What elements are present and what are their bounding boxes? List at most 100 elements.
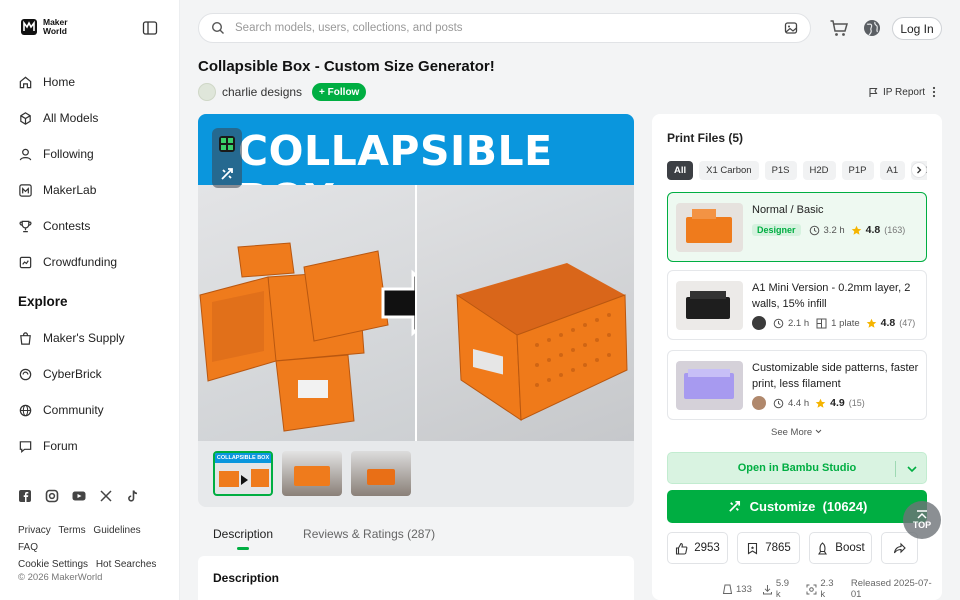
printer-chip-p1p[interactable]: P1P <box>841 161 874 180</box>
printer-chip-a1[interactable]: A1 <box>879 161 906 180</box>
chevron-down-icon[interactable] <box>905 462 919 476</box>
author-name[interactable]: charlie designs <box>222 85 302 99</box>
x-twitter-icon[interactable] <box>99 489 113 503</box>
facebook-icon[interactable] <box>18 489 32 503</box>
youtube-icon[interactable] <box>72 489 86 503</box>
footer-link-terms[interactable]: Terms <box>58 525 85 536</box>
user-icon <box>19 148 32 160</box>
sidebar: Maker World Home All Models Following Ma… <box>0 0 180 600</box>
collect-count: 7865 <box>765 542 791 554</box>
sidebar-item-forum[interactable]: Forum <box>18 428 168 464</box>
image-divider <box>415 185 417 441</box>
generated-count-stat: 2.3 k <box>806 578 841 600</box>
makerworld-logo[interactable]: Maker World <box>20 18 73 36</box>
more-options-icon[interactable] <box>930 86 938 98</box>
image-gallery: COLLAPSIBLE BOX <box>198 114 634 507</box>
printer-icon <box>722 584 733 594</box>
login-button[interactable]: Log In <box>892 17 942 40</box>
open-studio-label: Open in Bambu Studio <box>737 462 857 474</box>
image-search-icon[interactable] <box>784 21 798 35</box>
print-profile-card[interactable]: Normal / Basic Designer 3.2 h 4.8 (163) <box>667 192 927 262</box>
print-profile-card[interactable]: Customizable side patterns, faster print… <box>667 350 927 420</box>
plate-count: 1 plate <box>831 317 860 329</box>
printer-chip-x1-carbon[interactable]: X1 Carbon <box>699 161 759 180</box>
search-input[interactable] <box>235 22 784 34</box>
sidebar-item-contests[interactable]: Contests <box>18 208 168 244</box>
models-icon <box>20 111 31 125</box>
tool-badges <box>212 128 242 188</box>
scroll-to-top-button[interactable]: TOP <box>903 501 941 539</box>
thumbnail-2[interactable] <box>282 451 342 496</box>
bag-icon <box>20 331 31 345</box>
sidebar-item-cyberbrick[interactable]: CyberBrick <box>18 356 168 392</box>
page-title: Collapsible Box - Custom Size Generator! <box>198 58 495 75</box>
makerlab-badge-icon[interactable] <box>218 135 236 153</box>
instagram-icon[interactable] <box>45 489 59 503</box>
cart-icon[interactable] <box>829 18 849 38</box>
sidebar-item-home[interactable]: Home <box>18 64 168 100</box>
sidebar-item-crowdfunding[interactable]: Crowdfunding <box>18 244 168 280</box>
profile-meta: 4.4 h 4.9 (15) <box>752 396 865 410</box>
sidebar-item-following[interactable]: Following <box>18 136 168 172</box>
profile-thumbnail <box>676 203 743 252</box>
action-buttons: 2953 7865 Boost <box>667 532 918 564</box>
forum-icon <box>19 440 32 453</box>
thumbnail-3[interactable] <box>351 451 411 496</box>
customize-button[interactable]: Customize (10624) <box>667 490 927 523</box>
footer-link-hot-searches[interactable]: Hot Searches <box>96 559 157 570</box>
open-in-bambu-studio-button[interactable]: Open in Bambu Studio <box>667 452 927 484</box>
print-count-stat: 133 <box>722 584 752 595</box>
sidebar-item-community[interactable]: Community <box>18 392 168 428</box>
like-button[interactable]: 2953 <box>667 532 728 564</box>
printer-chip-p1s[interactable]: P1S <box>764 161 797 180</box>
clock-icon <box>809 225 819 235</box>
print-count: 133 <box>736 583 752 595</box>
generated-count: 2.3 k <box>820 578 834 600</box>
customize-tool-icon <box>728 500 740 512</box>
avatar <box>752 316 766 330</box>
plate-icon <box>816 318 827 328</box>
profile-thumbnail <box>676 361 743 410</box>
sidebar-item-makerlab[interactable]: MakerLab <box>18 172 168 208</box>
footer-link-guidelines[interactable]: Guidelines <box>93 525 140 536</box>
ip-report-link[interactable]: IP Report <box>868 87 925 98</box>
profile-name: Normal / Basic <box>752 204 824 216</box>
profile-thumbnail <box>676 281 743 330</box>
footer-link-cookie-settings[interactable]: Cookie Settings <box>18 559 88 570</box>
detail-tabs: Description Reviews & Ratings (287) <box>213 527 435 550</box>
footer-link-faq[interactable]: FAQ <box>18 542 38 553</box>
assembled-box-image[interactable] <box>417 185 634 441</box>
avatar <box>752 396 766 410</box>
footer-link-privacy[interactable]: Privacy <box>18 525 51 536</box>
sidebar-toggle-icon[interactable] <box>142 20 158 36</box>
flat-box-image[interactable] <box>198 185 450 441</box>
collect-button[interactable]: 7865 <box>737 532 800 564</box>
rocket-icon <box>818 541 828 555</box>
thumbnail-1[interactable]: COLLAPSIBLE BOX <box>213 451 273 496</box>
profile-name: A1 Mini Version - 0.2mm layer, 2 walls, … <box>752 282 911 310</box>
avatar[interactable] <box>198 83 216 101</box>
printer-chip-all[interactable]: All <box>667 161 694 180</box>
globe-icon[interactable] <box>862 18 882 38</box>
sidebar-item-makers-supply[interactable]: Maker's Supply <box>18 320 168 356</box>
printer-chip-h2d[interactable]: H2D <box>802 161 836 180</box>
see-more-link[interactable]: See More <box>771 427 822 438</box>
print-profile-card[interactable]: A1 Mini Version - 0.2mm layer, 2 walls, … <box>667 270 927 340</box>
printer-scroll-next-button[interactable] <box>911 162 927 178</box>
sidebar-item-all-models[interactable]: All Models <box>18 100 168 136</box>
tiktok-icon[interactable] <box>126 489 140 503</box>
sidebar-item-label: Following <box>43 147 94 161</box>
sidebar-item-label: All Models <box>43 111 99 125</box>
customize-tool-icon[interactable] <box>219 166 235 182</box>
boost-button[interactable]: Boost <box>809 532 872 564</box>
crowdfunding-icon <box>19 256 32 268</box>
profile-meta: 2.1 h 1 plate 4.8 (47) <box>752 316 915 330</box>
logo-line-2: World <box>43 26 67 36</box>
clock-icon <box>773 318 784 328</box>
search-icon <box>211 21 224 34</box>
author-row: charlie designs + Follow <box>198 83 367 101</box>
tab-description[interactable]: Description <box>213 527 273 550</box>
tab-reviews-ratings[interactable]: Reviews & Ratings (287) <box>303 527 435 541</box>
follow-button[interactable]: + Follow <box>312 83 367 101</box>
trophy-icon <box>19 220 32 232</box>
